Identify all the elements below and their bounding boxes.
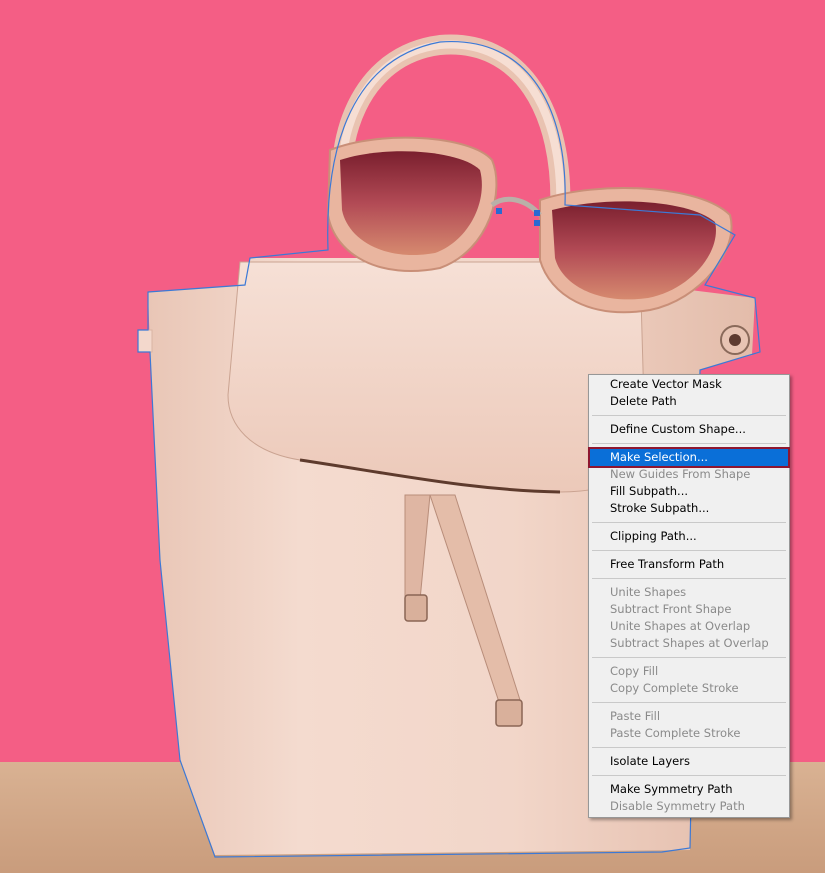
menu-item-delete-path[interactable]: Delete Path — [589, 393, 789, 410]
menu-separator — [589, 742, 789, 753]
menu-item-create-vector-mask[interactable]: Create Vector Mask — [589, 376, 789, 393]
menu-item-clipping-path[interactable]: Clipping Path... — [589, 528, 789, 545]
menu-separator — [589, 770, 789, 781]
menu-item-define-custom-shape[interactable]: Define Custom Shape... — [589, 421, 789, 438]
menu-separator — [589, 517, 789, 528]
menu-item-copy-complete-stroke[interactable]: Copy Complete Stroke — [589, 680, 789, 697]
path-context-menu[interactable]: Create Vector Mask Delete Path Define Cust… — [588, 374, 790, 818]
menu-item-unite-shapes-at-overlap[interactable]: Unite Shapes at Overlap — [589, 618, 789, 635]
menu-item-disable-symmetry-path[interactable]: Disable Symmetry Path — [589, 798, 789, 815]
menu-item-subtract-shapes-at-overlap[interactable]: Subtract Shapes at Overlap — [589, 635, 789, 652]
menu-item-copy-fill[interactable]: Copy Fill — [589, 663, 789, 680]
menu-item-make-symmetry-path[interactable]: Make Symmetry Path — [589, 781, 789, 798]
menu-item-unite-shapes[interactable]: Unite Shapes — [589, 584, 789, 601]
menu-separator — [589, 438, 789, 449]
menu-item-isolate-layers[interactable]: Isolate Layers — [589, 753, 789, 770]
menu-item-paste-fill[interactable]: Paste Fill — [589, 708, 789, 725]
menu-item-free-transform-path[interactable]: Free Transform Path — [589, 556, 789, 573]
menu-item-paste-complete-stroke[interactable]: Paste Complete Stroke — [589, 725, 789, 742]
menu-item-subtract-front-shape[interactable]: Subtract Front Shape — [589, 601, 789, 618]
menu-separator — [589, 652, 789, 663]
menu-separator — [589, 545, 789, 556]
menu-separator — [589, 697, 789, 708]
menu-separator — [589, 410, 789, 421]
menu-item-fill-subpath[interactable]: Fill Subpath... — [589, 483, 789, 500]
menu-item-make-selection[interactable]: Make Selection... — [588, 447, 790, 468]
menu-separator — [589, 573, 789, 584]
menu-item-new-guides-from-shape[interactable]: New Guides From Shape — [589, 466, 789, 483]
menu-item-stroke-subpath[interactable]: Stroke Subpath... — [589, 500, 789, 517]
